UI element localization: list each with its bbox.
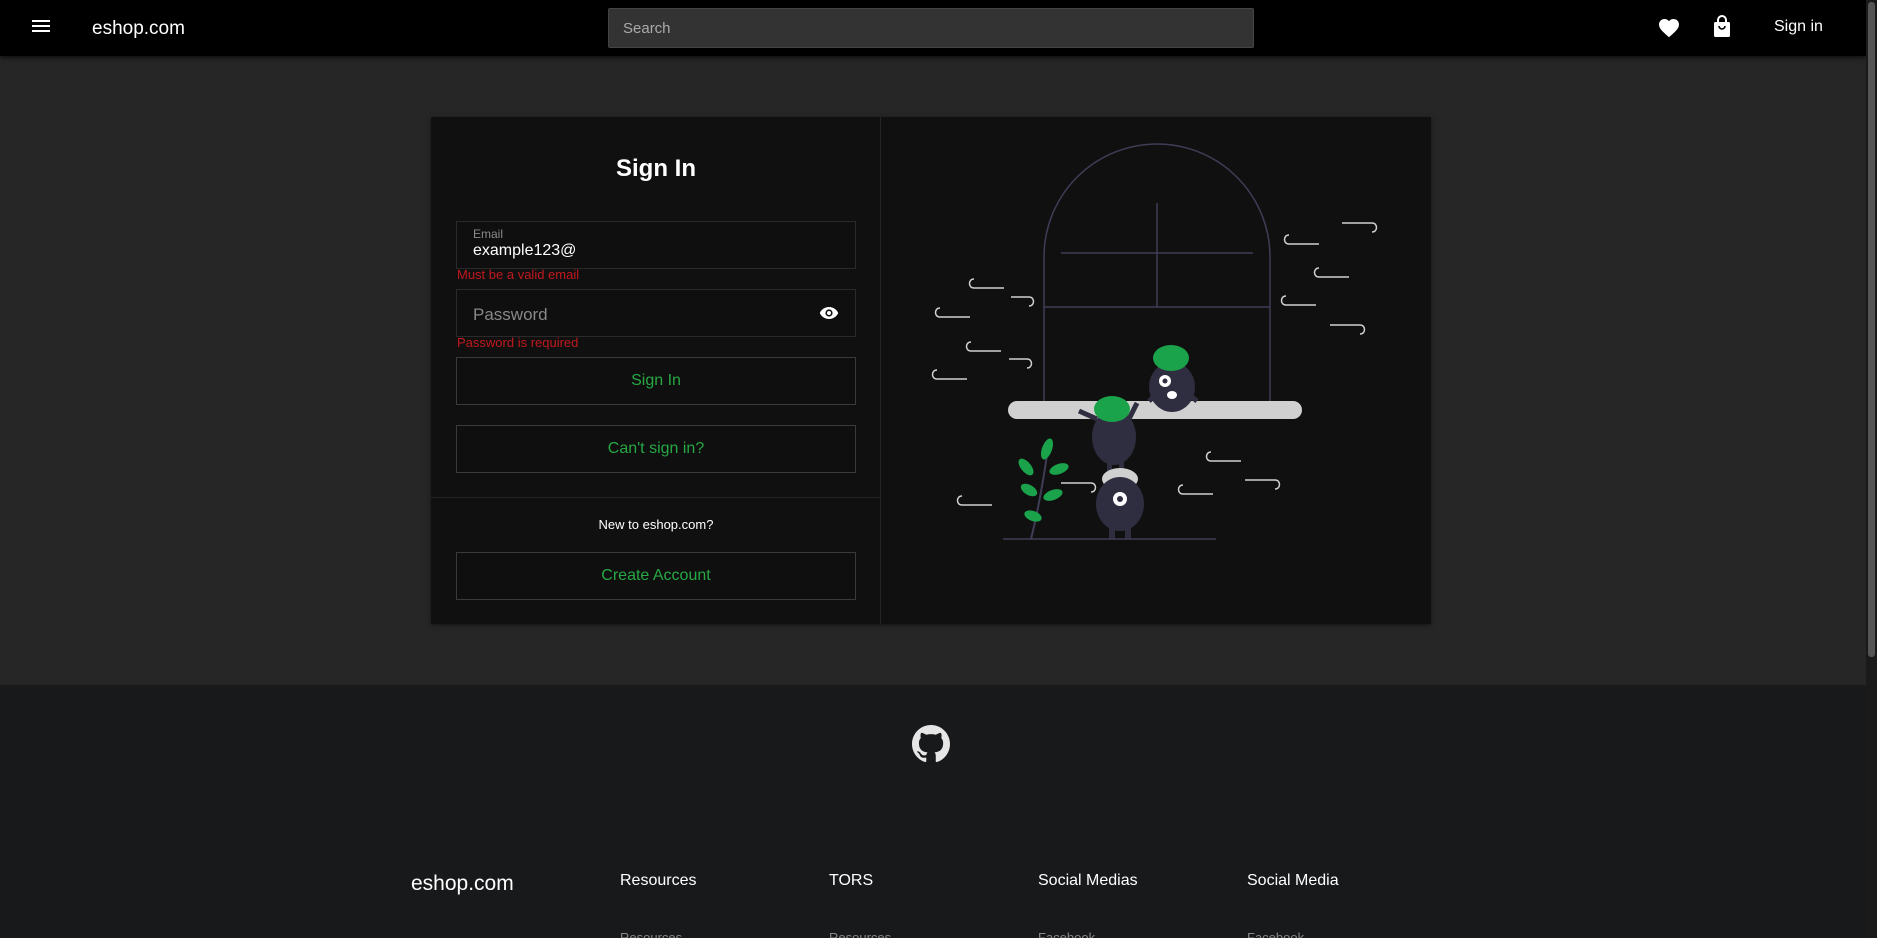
password-error-message: Password is required bbox=[457, 335, 579, 350]
email-field-value[interactable]: example123@ bbox=[473, 242, 576, 260]
menu-icon[interactable] bbox=[30, 17, 52, 39]
page-title: Sign In bbox=[616, 155, 696, 182]
page-scrollbar[interactable] bbox=[1866, 0, 1877, 938]
heart-icon[interactable] bbox=[1657, 16, 1681, 40]
signin-card: Sign In Email example123@ Must be a vali… bbox=[431, 117, 1431, 624]
footer-link[interactable]: Resources bbox=[829, 930, 891, 938]
eye-icon[interactable] bbox=[819, 305, 839, 321]
github-icon[interactable] bbox=[912, 725, 950, 763]
footer-link[interactable]: Facebook bbox=[1247, 930, 1304, 938]
footer-link[interactable]: Resources bbox=[620, 930, 682, 938]
footer-col-title: Social Medias bbox=[1038, 872, 1138, 889]
divider bbox=[431, 497, 881, 498]
email-field[interactable]: Email example123@ bbox=[456, 221, 856, 269]
page-footer: eshop.com Resources Resources TORS Resou… bbox=[0, 685, 1866, 938]
create-account-button[interactable]: Create Account bbox=[456, 552, 856, 600]
email-field-label: Email bbox=[473, 227, 504, 241]
illustration-svg bbox=[931, 143, 1378, 540]
signin-illustration bbox=[881, 117, 1431, 624]
shopping-bag-icon[interactable] bbox=[1711, 15, 1733, 39]
scrollbar-thumb[interactable] bbox=[1868, 2, 1875, 657]
footer-col-title: Resources bbox=[620, 872, 697, 889]
footer-brand[interactable]: eshop.com bbox=[411, 872, 514, 896]
signin-button[interactable]: Sign In bbox=[456, 357, 856, 405]
brand-logo[interactable]: eshop.com bbox=[92, 18, 185, 40]
footer-link[interactable]: Facebook bbox=[1038, 930, 1095, 938]
password-placeholder: Password bbox=[473, 305, 548, 324]
top-navbar: eshop.com Sign in bbox=[0, 0, 1866, 56]
footer-col-title: Social Media bbox=[1247, 872, 1339, 889]
cant-signin-button[interactable]: Can't sign in? bbox=[456, 425, 856, 473]
search-input[interactable] bbox=[608, 8, 1254, 48]
signin-link[interactable]: Sign in bbox=[1774, 18, 1823, 36]
new-to-text: New to eshop.com? bbox=[598, 517, 714, 532]
footer-col-title: TORS bbox=[829, 872, 874, 889]
signin-form-pane: Sign In Email example123@ Must be a vali… bbox=[431, 117, 881, 624]
email-error-message: Must be a valid email bbox=[457, 267, 580, 282]
password-field[interactable]: Password bbox=[456, 289, 856, 337]
